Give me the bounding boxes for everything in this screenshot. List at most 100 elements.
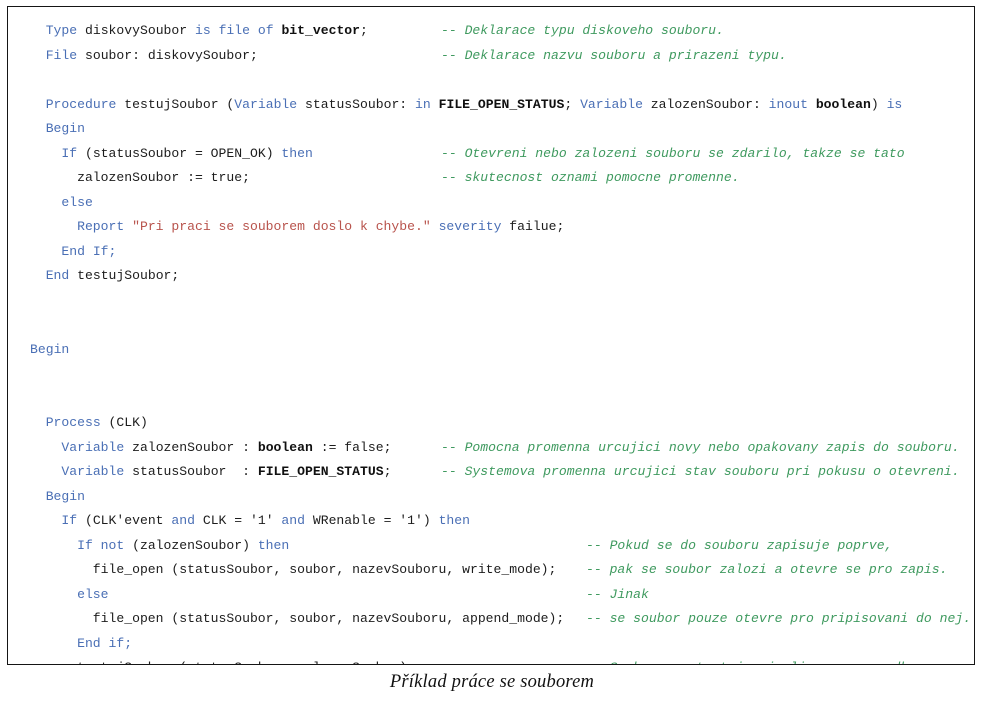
code-token: (statusSoubor = OPEN_OK) <box>77 145 282 161</box>
code-line: Type diskovySoubor is file of bit_vector… <box>8 19 974 44</box>
code-token: Variable <box>61 439 125 455</box>
figure-caption: Příklad práce se souborem <box>389 672 595 692</box>
code-token: If not <box>77 537 125 553</box>
code-token: ) <box>870 96 887 112</box>
code-line: Process (CLK) <box>8 411 974 436</box>
code-comment: -- Otevreni nebo zalozeni souboru se zda… <box>441 145 905 161</box>
code-token: ; <box>360 23 368 38</box>
code-token: in <box>415 96 431 112</box>
code-line: else -- Jinak <box>8 583 974 608</box>
code-token: soubor: diskovySoubor; <box>77 47 258 63</box>
code-comment: -- Deklarace typu diskoveho souboru. <box>441 23 724 38</box>
code-comment: -- se soubor pouze otevre pro pripisovan… <box>586 611 972 626</box>
code-line: End testujSoubor; <box>8 264 974 289</box>
code-token: then <box>438 513 471 528</box>
code-comment: -- pak se soubor zalozi a otevre se pro … <box>586 562 948 577</box>
code-line: else <box>8 191 974 216</box>
code-token: If <box>61 145 78 161</box>
code-line: If (CLK'event and CLK = '1' and WRenable… <box>8 509 974 534</box>
code-comment: -- skutecnost oznami pomocne promenne. <box>441 170 740 185</box>
code-token: := false; <box>312 439 392 455</box>
code-figure: Type diskovySoubor is file of bit_vector… <box>0 0 984 701</box>
code-line: zalozenSoubor := true; -- skutecnost ozna… <box>8 166 974 191</box>
code-line: Begin <box>8 485 974 510</box>
code-token: inout <box>768 96 808 112</box>
code-line: File soubor: diskovySoubor; -- Deklarace … <box>8 44 974 69</box>
code-token: ; <box>564 96 581 112</box>
code-token: Begin <box>45 121 85 136</box>
code-token: File <box>45 47 78 63</box>
code-line: Procedure testujSoubor (Variable statusS… <box>8 93 974 118</box>
code-token: bit_vector <box>281 23 361 38</box>
code-token: then <box>281 145 313 161</box>
code-token: testujSoubor (statusSoubor, zalozenSoubo… <box>77 660 415 664</box>
code-token: is file of <box>195 23 274 38</box>
code-token: Report <box>77 219 125 234</box>
code-token: statusSoubor: <box>297 96 416 112</box>
code-token: failue; <box>501 219 565 234</box>
code-comment: -- Pomocna promenna urcujici novy nebo o… <box>441 439 960 455</box>
code-token: boolean <box>257 439 313 455</box>
code-line: file_open (statusSoubor, soubor, nazevSo… <box>8 558 974 583</box>
code-line: End If; <box>8 240 974 265</box>
code-token: diskovySoubor <box>77 23 195 38</box>
code-line: Variable zalozenSoubor : boolean := fals… <box>8 436 974 461</box>
code-line: Variable statusSoubor : FILE_OPEN_STATUS… <box>8 460 974 485</box>
code-token: file_open (statusSoubor, soubor, nazevSo… <box>92 611 565 626</box>
code-token: boolean <box>815 96 871 112</box>
code-line: file_open (statusSoubor, soubor, nazevSo… <box>8 607 974 632</box>
code-listing-box: Type diskovySoubor is file of bit_vector… <box>7 6 975 665</box>
code-comment: -- Jinak <box>586 586 649 602</box>
code-token: file_open (statusSoubor, soubor, nazevSo… <box>92 562 557 577</box>
code-token: Procedure <box>45 96 117 112</box>
code-token: zalozenSoubor : <box>124 439 258 455</box>
code-token: End if; <box>77 635 133 651</box>
code-comment: -- Soubor se otestuje, je-li vse v porad… <box>586 656 924 664</box>
code-token: Variable <box>234 96 298 112</box>
code-line: Report "Pri praci se souborem doslo k ch… <box>8 215 974 240</box>
code-token: "Pri praci se souborem doslo k chybe." <box>132 219 431 234</box>
code-token: Type <box>45 23 78 38</box>
code-listing: Type diskovySoubor is file of bit_vector… <box>8 7 974 664</box>
code-line: End if; <box>8 632 974 657</box>
code-token: statusSoubor : <box>124 464 258 479</box>
code-token: FILE_OPEN_STATUS <box>438 96 565 112</box>
code-token: End <box>45 268 70 283</box>
code-token: CLK = '1' <box>194 513 282 528</box>
code-token: zalozenSoubor := true; <box>77 170 250 185</box>
code-line: testujSoubor (statusSoubor, zalozenSoubo… <box>8 656 974 664</box>
code-token: If <box>61 513 78 528</box>
code-token: (CLK'event <box>77 513 172 528</box>
code-token: and <box>171 513 195 528</box>
code-token: testujSoubor; <box>69 268 180 283</box>
code-token: WRenable = '1') <box>305 513 439 528</box>
code-token: (zalozenSoubor) <box>124 537 258 553</box>
code-token: severity <box>438 219 502 234</box>
code-token: else <box>77 586 109 602</box>
code-token: ; <box>383 464 392 479</box>
code-token: then <box>257 537 290 553</box>
code-token: End If; <box>61 243 117 259</box>
code-token: is <box>886 96 903 112</box>
code-comment: -- Systemova promenna urcujici stav soub… <box>441 464 960 479</box>
code-line: If (statusSoubor = OPEN_OK) then -- Otevr… <box>8 142 974 167</box>
code-token: Variable <box>580 96 643 112</box>
code-token: Process <box>45 415 101 430</box>
code-line: If not (zalozenSoubor) then -- Pokud se d… <box>8 534 974 559</box>
code-token: FILE_OPEN_STATUS <box>257 464 384 479</box>
code-token: and <box>281 513 305 528</box>
code-comment: -- Pokud se do souboru zapisuje poprve, <box>586 537 893 553</box>
code-token: else <box>61 194 93 210</box>
code-token: Variable <box>61 464 125 479</box>
code-token: Begin <box>30 341 70 357</box>
code-token: Begin <box>45 488 85 504</box>
code-comment: -- Deklarace nazvu souboru a prirazeni t… <box>441 47 787 63</box>
